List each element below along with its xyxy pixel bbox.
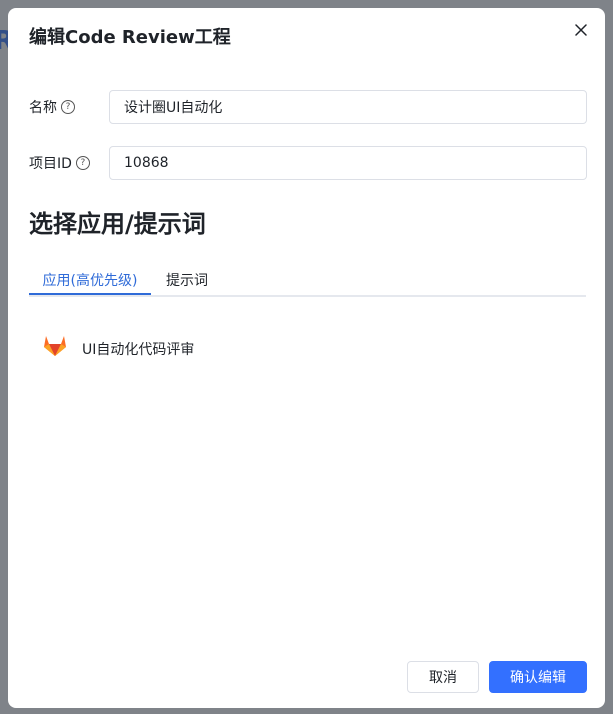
question-icon[interactable]: ?: [61, 100, 75, 114]
cancel-button[interactable]: 取消: [407, 661, 479, 693]
confirm-edit-button[interactable]: 确认编辑: [489, 661, 587, 693]
project-id-field-row: 项目ID ?: [29, 146, 587, 180]
app-label: UI自动化代码评审: [82, 342, 195, 358]
tab-prompts[interactable]: 提示词: [151, 262, 223, 295]
edit-project-dialog: 编辑Code Review工程 名称 ? 项目ID ? 选择应用/提示词 应用(…: [8, 8, 605, 708]
close-icon: [575, 24, 587, 36]
project-id-input[interactable]: [109, 146, 587, 180]
name-label: 名称 ?: [29, 97, 109, 117]
question-icon[interactable]: ?: [75, 156, 90, 170]
tab-active-indicator: [29, 293, 151, 295]
gitlab-icon: [44, 336, 66, 356]
close-button[interactable]: [569, 18, 593, 42]
dialog-title: 编辑Code Review工程: [29, 27, 231, 48]
section-title: 选择应用/提示词: [29, 210, 206, 238]
tab-bar: 应用(高优先级) 提示词: [29, 262, 586, 297]
project-id-label-text: 项目ID: [29, 156, 72, 172]
project-id-label: 项目ID ?: [29, 153, 109, 173]
app-list-item[interactable]: UI自动化代码评审: [42, 331, 194, 359]
tab-apps[interactable]: 应用(高优先级): [29, 262, 151, 295]
name-label-text: 名称: [29, 100, 57, 116]
name-field-row: 名称 ?: [29, 90, 587, 124]
name-input[interactable]: [109, 90, 587, 124]
